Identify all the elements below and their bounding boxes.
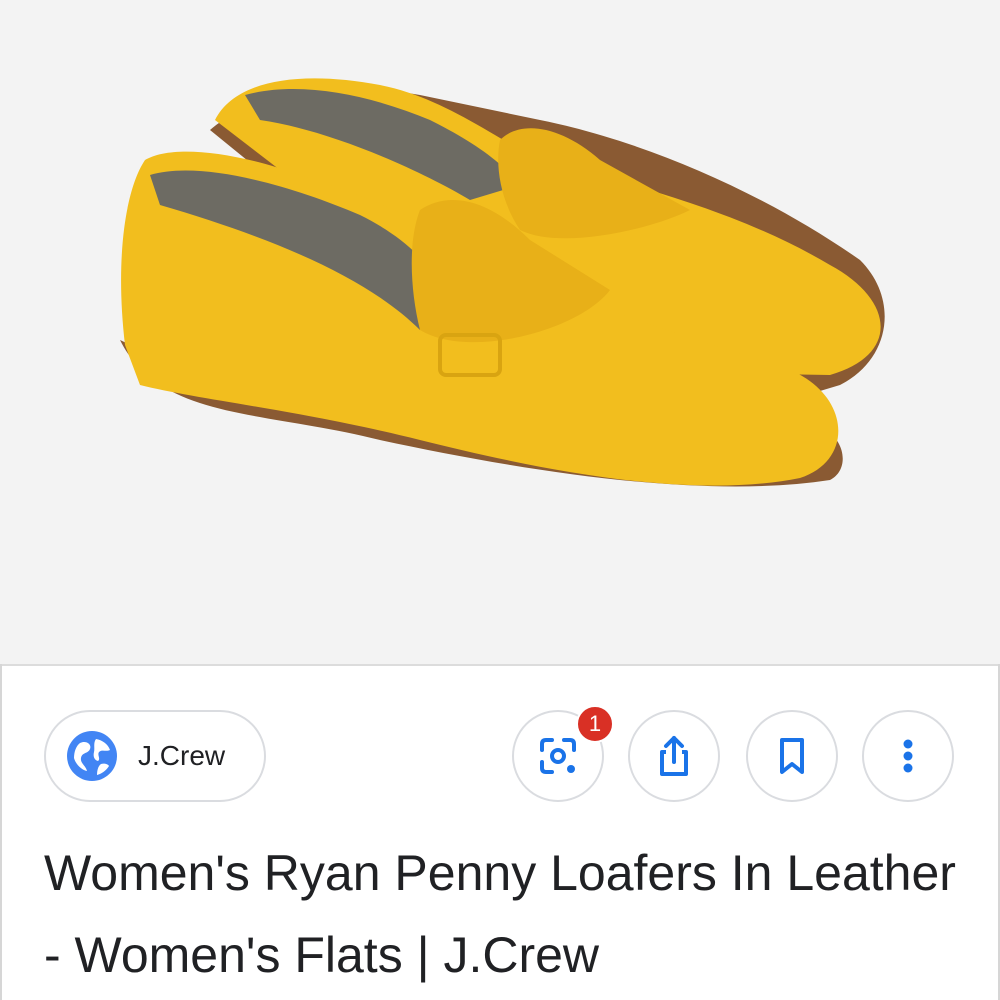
bookmark-icon	[780, 738, 804, 774]
globe-icon	[67, 731, 117, 781]
share-icon	[660, 736, 688, 776]
lens-badge: 1	[576, 705, 614, 743]
loafers-illustration	[120, 78, 885, 487]
more-options-button[interactable]	[862, 710, 954, 802]
lens-icon	[540, 738, 576, 774]
more-vert-icon	[903, 739, 913, 773]
share-button[interactable]	[628, 710, 720, 802]
left-edge-line	[0, 664, 2, 1000]
source-name: J.Crew	[138, 740, 226, 771]
save-button[interactable]	[746, 710, 838, 802]
product-image[interactable]	[0, 0, 1000, 666]
source-chip[interactable]: J.Crew	[44, 710, 266, 802]
result-title[interactable]: Women's Ryan Penny Loafers In Leather - …	[44, 832, 964, 996]
